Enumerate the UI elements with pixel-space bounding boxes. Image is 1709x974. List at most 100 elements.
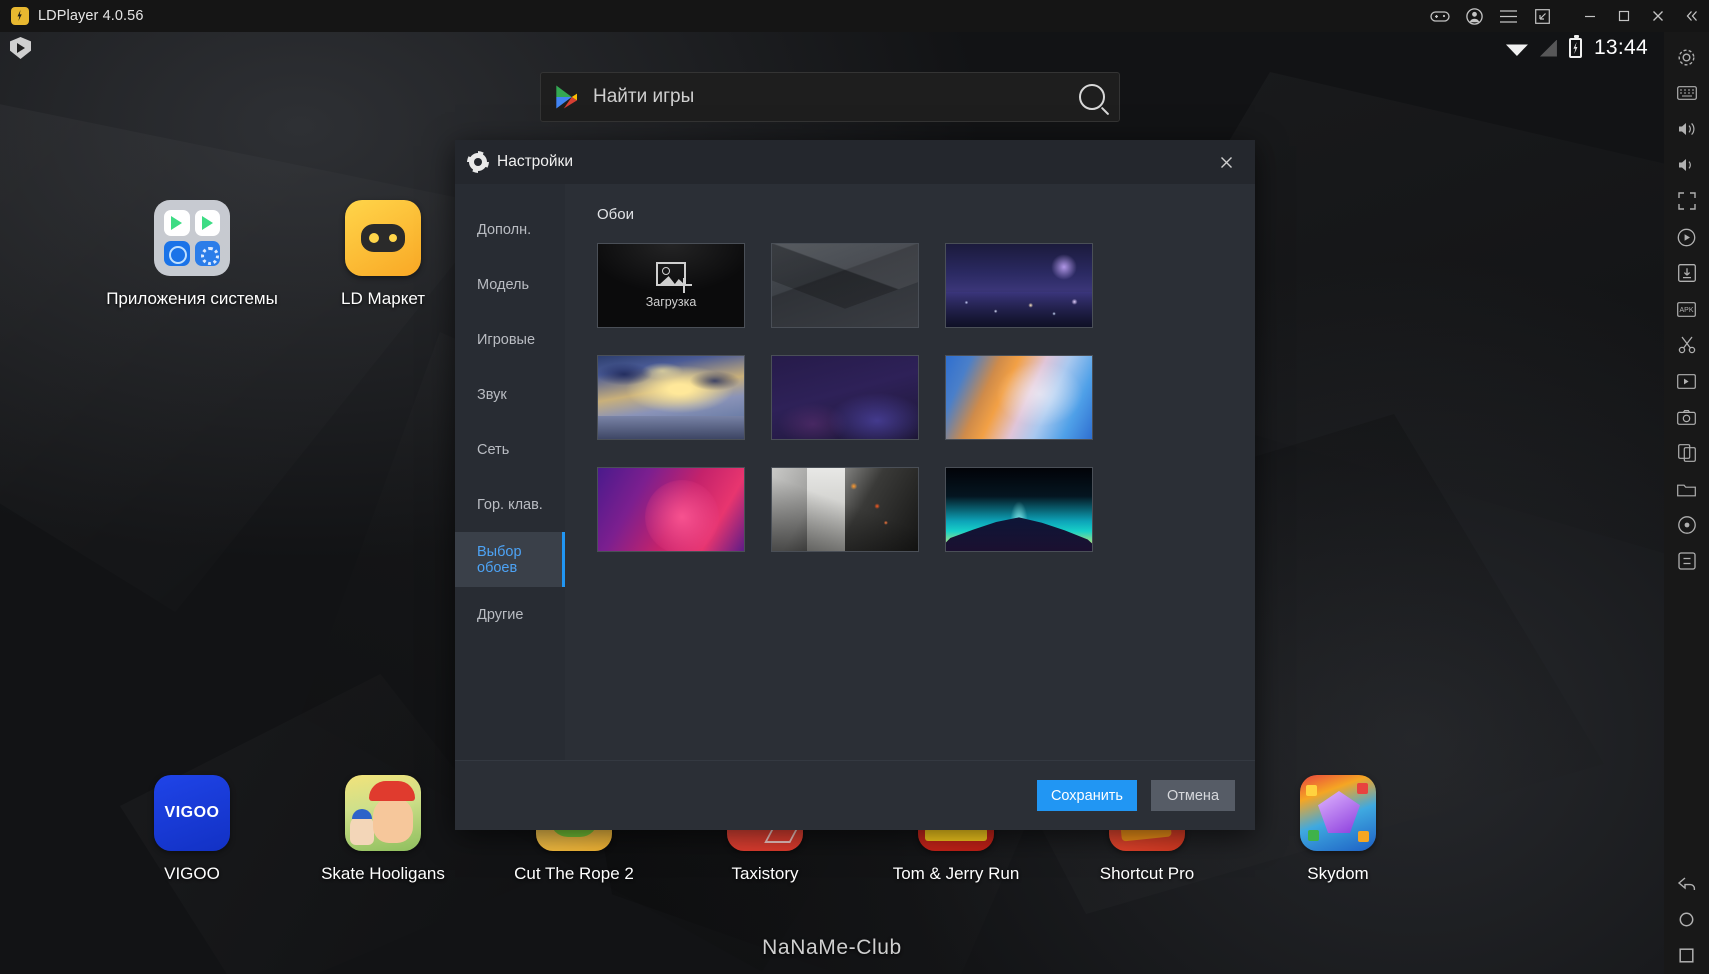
wallpaper-orange-blue-gradient[interactable] [945, 355, 1093, 440]
wallpaper-upload-tile[interactable]: Загрузка [597, 243, 745, 328]
video-record-icon[interactable] [1668, 220, 1706, 254]
search-icon[interactable] [1079, 84, 1105, 110]
gamepad-icon[interactable] [1423, 0, 1457, 32]
wallpaper-panel: Обои Загрузка [565, 184, 1255, 760]
rotate-screen-icon[interactable] [1668, 544, 1706, 578]
desktop-icon-label: Tom & Jerry Run [892, 864, 1020, 883]
desktop-icon-label: VIGOO [164, 864, 220, 883]
recents-icon[interactable] [1668, 938, 1706, 972]
window-title: LDPlayer 4.0.56 [38, 8, 144, 24]
screenshot-icon[interactable] [1668, 400, 1706, 434]
ldplayer-window: LDPlayer 4.0.56 Найти игры Приложения си… [0, 0, 1709, 974]
watermark: NaNaMe-Club [762, 936, 902, 959]
android-status-bar: 13:44 [0, 32, 1664, 64]
nav-label: Игровые [477, 331, 536, 348]
desktop-icon-vigoo[interactable]: VIGOO VIGOO [126, 775, 258, 884]
wallpaper-painted-seascape[interactable] [597, 355, 745, 440]
window-controls [1423, 0, 1709, 32]
settings-dialog: Настройки Дополн. Модель Игровые Звук Се… [455, 140, 1255, 830]
install-apk-icon[interactable] [1668, 256, 1706, 290]
vigoo-icon: VIGOO [154, 775, 230, 851]
desktop-icon-label: Skate Hooligans [321, 864, 445, 883]
nav-label: Другие [477, 606, 524, 623]
fullscreen-icon[interactable] [1668, 184, 1706, 218]
skate-hooligans-icon [345, 775, 421, 851]
settings-gear-icon[interactable] [1668, 40, 1706, 74]
desktop-icon-label: Cut The Rope 2 [514, 864, 634, 883]
wallpaper-geometric-grey[interactable] [771, 243, 919, 328]
sidebar-item-wallpaper[interactable]: Выбор обоев [455, 532, 565, 587]
sidebar-item-game[interactable]: Игровые [455, 312, 565, 367]
ldplayer-shield-icon [10, 37, 31, 59]
play-store-search-bar[interactable]: Найти игры [540, 72, 1120, 122]
minimize-icon[interactable] [1573, 0, 1607, 32]
nav-label: Звук [477, 386, 507, 403]
desktop-icon-label: Taxistory [731, 864, 799, 883]
cancel-button[interactable]: Отмена [1151, 780, 1235, 811]
emulator-side-toolbar: APK [1664, 32, 1709, 974]
desktop-icon-skydom[interactable]: Skydom [1272, 775, 1404, 884]
wifi-icon [1505, 44, 1528, 56]
desktop-icon-label: Приложения системы [106, 289, 278, 308]
wallpaper-neon-pink-abstract[interactable] [597, 467, 745, 552]
sidebar-item-advanced[interactable]: Дополн. [455, 202, 565, 257]
status-clock: 13:44 [1593, 36, 1648, 59]
volume-up-icon[interactable] [1668, 112, 1706, 146]
sidebar-item-model[interactable]: Модель [455, 257, 565, 312]
wallpaper-dark-purple[interactable] [771, 355, 919, 440]
back-icon[interactable] [1668, 866, 1706, 900]
video-icon[interactable] [1668, 364, 1706, 398]
desktop-icon-label: Skydom [1307, 864, 1369, 883]
system-apps-folder-icon [154, 200, 230, 276]
window-titlebar: LDPlayer 4.0.56 [0, 0, 1709, 32]
sidebar-item-sound[interactable]: Звук [455, 367, 565, 422]
desktop-icon-system-apps[interactable]: Приложения системы [106, 200, 278, 309]
ldplayer-logo-icon [11, 7, 29, 25]
sidebar-item-network[interactable]: Сеть [455, 422, 565, 477]
home-icon[interactable] [1668, 902, 1706, 936]
nav-label: Дополн. [477, 221, 532, 238]
gear-icon [469, 153, 487, 171]
add-image-icon [656, 262, 692, 293]
wallpaper-grid: Загрузка [597, 243, 1255, 552]
search-input[interactable]: Найти игры [593, 86, 1079, 108]
desktop-icon-skate-hooligans[interactable]: Skate Hooligans [317, 775, 449, 884]
multi-instance-icon[interactable] [1668, 436, 1706, 470]
menu-icon[interactable] [1491, 0, 1525, 32]
nav-label: Гор. клав. [477, 496, 543, 513]
wallpaper-night-city[interactable] [945, 243, 1093, 328]
nav-label: Выбор обоев [477, 543, 522, 576]
keyboard-mapping-icon[interactable] [1668, 76, 1706, 110]
location-icon[interactable] [1668, 508, 1706, 542]
maximize-icon[interactable] [1607, 0, 1641, 32]
svg-text:APK: APK [1679, 307, 1693, 314]
status-indicators: 13:44 [1505, 35, 1648, 60]
desktop-icon-ld-market[interactable]: LD Маркет [317, 200, 449, 309]
dialog-body: Дополн. Модель Игровые Звук Сеть Гор. кл… [455, 184, 1255, 760]
desktop-icon-label: Shortcut Pro [1099, 864, 1195, 883]
scissors-icon[interactable] [1668, 328, 1706, 362]
folder-icon[interactable] [1668, 472, 1706, 506]
shared-folder-icon[interactable]: APK [1668, 292, 1706, 326]
sidebar-item-hotkeys[interactable]: Гор. клав. [455, 477, 565, 532]
google-play-icon [555, 85, 577, 109]
save-button[interactable]: Сохранить [1036, 780, 1137, 811]
desktop-icon-label: LD Маркет [340, 289, 426, 308]
dialog-footer: Сохранить Отмена [455, 760, 1255, 830]
wallpaper-urban-street[interactable] [771, 467, 919, 552]
section-title: Обои [597, 206, 634, 223]
dialog-title: Настройки [497, 153, 574, 170]
nav-label: Сеть [477, 441, 510, 458]
signal-icon [1539, 39, 1557, 57]
dialog-header: Настройки [455, 140, 1255, 184]
collapse-toolbar-icon[interactable] [1675, 0, 1709, 32]
wallpaper-teal-mountain[interactable] [945, 467, 1093, 552]
close-icon[interactable] [1641, 0, 1675, 32]
shrink-window-icon[interactable] [1525, 0, 1559, 32]
upload-label: Загрузка [645, 295, 697, 309]
sidebar-item-other[interactable]: Другие [455, 587, 565, 642]
close-icon[interactable] [1211, 147, 1241, 177]
account-icon[interactable] [1457, 0, 1491, 32]
ld-market-icon [345, 200, 421, 276]
volume-down-icon[interactable] [1668, 148, 1706, 182]
